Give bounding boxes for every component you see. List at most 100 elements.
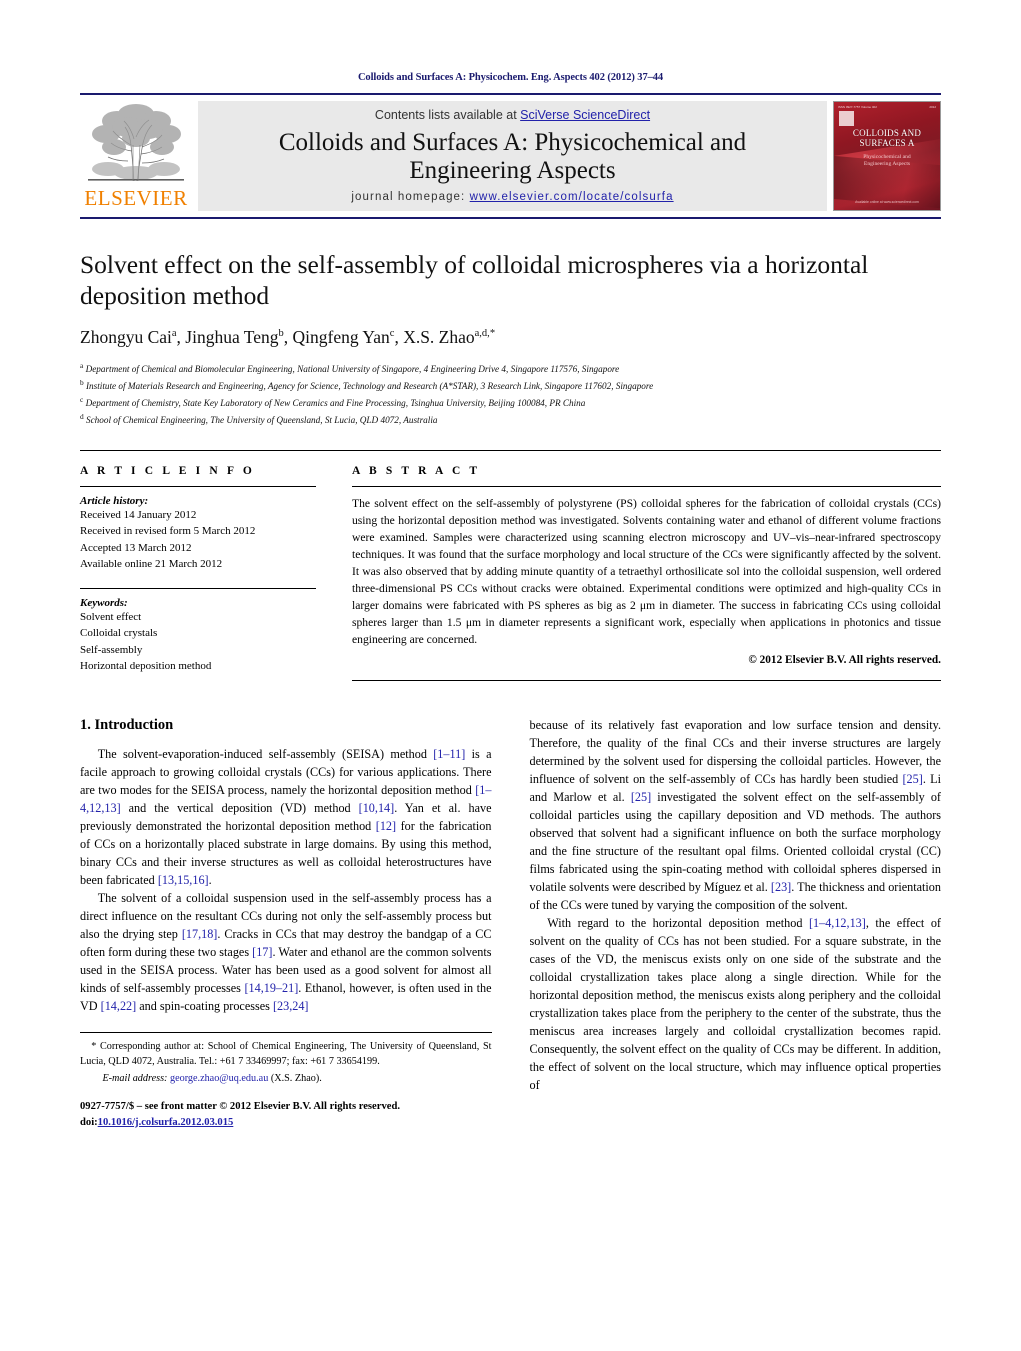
citation-link[interactable]: [1–4,12,13] xyxy=(809,916,866,930)
corresponding-author-marker[interactable]: * xyxy=(490,328,495,339)
issn-line: 0927-7757/$ – see front matter © 2012 El… xyxy=(80,1101,400,1113)
title-block: Solvent effect on the self-assembly of c… xyxy=(80,249,941,428)
citation-link[interactable]: [14,19–21] xyxy=(244,981,298,995)
author-sep: , xyxy=(176,327,186,348)
keyword-item: Colloidal crystals xyxy=(80,627,158,640)
page-title: Solvent effect on the self-assembly of c… xyxy=(80,250,869,311)
author-sep: , xyxy=(283,327,293,348)
author-sep: , xyxy=(394,327,404,348)
email-note: E-mail address: george.zhao@uq.edu.au (X… xyxy=(80,1072,492,1087)
affiliation-text: Department of Chemical and Biomolecular … xyxy=(85,364,620,375)
doi-line: doi:10.1016/j.colsurfa.2012.03.015 xyxy=(80,1115,492,1130)
cover-title-line-2: SURFACES A xyxy=(859,138,915,149)
body-columns: 1. Introduction The solvent-evaporation-… xyxy=(80,717,941,1130)
abstract-rule xyxy=(352,486,941,488)
body-column-right: because of its relatively fast evaporati… xyxy=(530,717,942,1130)
abstract-text: The solvent effect on the self-assembly … xyxy=(352,497,941,647)
footnote-block: * Corresponding author at: School of Che… xyxy=(80,1032,492,1130)
author-item: Qingfeng Yanc xyxy=(293,327,395,347)
body-paragraph: The solvent of a colloidal suspension us… xyxy=(80,891,492,1014)
info-abstract-block: A R T I C L E I N F O Article history: R… xyxy=(80,450,941,682)
author-name: Qingfeng Yan xyxy=(292,327,390,348)
citation-link[interactable]: [10,14] xyxy=(359,801,395,815)
elsevier-logo: ELSEVIER xyxy=(80,101,192,211)
journal-band: Contents lists available at SciVerse Sci… xyxy=(198,101,827,211)
abstract-bottom-rule xyxy=(352,680,941,682)
keywords-group: Keywords: Solvent effect Colloidal cryst… xyxy=(80,588,316,674)
affiliation-row: d School of Chemical Engineering, The Un… xyxy=(80,411,941,428)
article-info-heading: A R T I C L E I N F O xyxy=(80,465,255,478)
author-item: Zhongyu Caia xyxy=(80,327,177,347)
abstract-column: A B S T R A C T The solvent effect on th… xyxy=(352,465,941,682)
cover-year-text: 2012 xyxy=(929,105,936,109)
affiliation-text: Institute of Materials Research and Engi… xyxy=(86,381,654,392)
journal-homepage-line: journal homepage: www.elsevier.com/locat… xyxy=(351,191,673,203)
elsevier-tree-icon xyxy=(88,104,184,182)
journal-masthead: ELSEVIER Contents lists available at Sci… xyxy=(80,93,941,211)
body-paragraph: With regard to the horizontal deposition… xyxy=(529,916,942,1093)
email-link[interactable]: george.zhao@uq.edu.au xyxy=(170,1073,268,1084)
citation-link[interactable]: [25] xyxy=(631,790,651,804)
affiliation-text: Department of Chemistry, State Key Labor… xyxy=(85,398,586,409)
cover-elsevier-mark-icon xyxy=(839,111,854,126)
affiliation-mark: c xyxy=(80,395,84,405)
affiliation-row: a Department of Chemical and Biomolecula… xyxy=(80,360,941,377)
elsevier-wordmark: ELSEVIER xyxy=(84,186,188,210)
citation-link[interactable]: [12] xyxy=(376,819,396,833)
affiliation-mark: d xyxy=(80,412,84,422)
journal-title: Colloids and Surfaces A: Physicochemical… xyxy=(279,129,746,185)
body-paragraph: because of its relatively fast evaporati… xyxy=(529,718,942,913)
journal-homepage-link[interactable]: www.elsevier.com/locate/colsurfa xyxy=(470,191,674,203)
contents-prefix: Contents lists available at xyxy=(374,108,521,122)
contents-available-line: Contents lists available at SciVerse Sci… xyxy=(375,108,650,122)
journal-title-line-2: Engineering Aspects xyxy=(409,157,616,184)
email-suffix: (X.S. Zhao). xyxy=(268,1072,322,1084)
citation-link[interactable]: [23] xyxy=(771,880,791,894)
author-affil-mark[interactable]: a,d, xyxy=(475,328,490,339)
journal-cover-thumbnail: ISSN 0927-7757 Volume 402 2012 COLLOIDS … xyxy=(833,101,941,211)
author-list: Zhongyu Caia, Jinghua Tengb, Qingfeng Ya… xyxy=(80,327,941,348)
cover-footer-text: Available online at www.sciencedirect.co… xyxy=(855,200,919,204)
email-label: E-mail address: xyxy=(102,1072,168,1084)
keyword-item: Solvent effect xyxy=(80,611,142,624)
abstract-copyright: © 2012 Elsevier B.V. All rights reserved… xyxy=(748,654,941,667)
doi-prefix: doi: xyxy=(80,1116,98,1128)
author-item: X.S. Zhaoa,d,* xyxy=(403,327,495,347)
cover-title: COLLOIDS AND SURFACES A xyxy=(834,128,940,148)
affiliation-text: School of Chemical Engineering, The Univ… xyxy=(86,415,438,426)
corresponding-author-note: * Corresponding author at: School of Che… xyxy=(80,1041,492,1067)
affiliation-list: a Department of Chemical and Biomolecula… xyxy=(80,360,941,428)
keyword-item: Self-assembly xyxy=(80,643,143,656)
paper-page: Colloids and Surfaces A: Physicochem. En… xyxy=(0,0,1021,1351)
author-name: Jinghua Teng xyxy=(185,327,279,348)
citation-link[interactable]: [1–11] xyxy=(433,747,465,761)
cover-subtitle-line-1: Physicochemical and xyxy=(863,154,911,160)
issn-block: 0927-7757/$ – see front matter © 2012 El… xyxy=(80,1099,492,1130)
citation-link[interactable]: [1–4,12,13] xyxy=(80,783,492,815)
cover-title-line-1: COLLOIDS AND xyxy=(852,128,922,138)
citation-link[interactable]: [14,22] xyxy=(101,999,137,1013)
keywords-label: Keywords: xyxy=(80,597,128,610)
cover-subtitle: Physicochemical and Engineering Aspects xyxy=(834,154,940,168)
homepage-prefix: journal homepage: xyxy=(351,191,470,203)
running-head: Colloids and Surfaces A: Physicochem. En… xyxy=(357,72,664,83)
author-item: Jinghua Tengb xyxy=(185,327,283,347)
cover-subtitle-line-2: Engineering Aspects xyxy=(863,160,911,167)
citation-link[interactable]: [17,18] xyxy=(182,927,218,941)
sciencedirect-link[interactable]: SciVerse ScienceDirect xyxy=(520,108,650,122)
citation-link[interactable]: [25] xyxy=(903,772,923,786)
author-name: X.S. Zhao xyxy=(403,327,475,348)
article-history-item: Available online 21 March 2012 xyxy=(80,557,223,570)
affiliation-row: c Department of Chemistry, State Key Lab… xyxy=(80,394,941,411)
citation-link[interactable]: [13,15,16] xyxy=(158,873,209,887)
article-history-item: Received 14 January 2012 xyxy=(80,509,197,522)
citation-link[interactable]: [17] xyxy=(252,945,272,959)
body-column-left: 1. Introduction The solvent-evaporation-… xyxy=(80,717,492,1130)
affiliation-row: b Institute of Materials Research and En… xyxy=(80,377,941,394)
citation-link[interactable]: [23,24] xyxy=(273,999,309,1013)
article-history-label: Article history: xyxy=(80,495,149,508)
journal-title-line-1: Colloids and Surfaces A: Physicochemical… xyxy=(278,129,747,156)
doi-link[interactable]: 10.1016/j.colsurfa.2012.03.015 xyxy=(98,1117,234,1128)
section-heading-introduction: 1. Introduction xyxy=(80,717,174,734)
article-info-column: A R T I C L E I N F O Article history: R… xyxy=(80,465,316,681)
